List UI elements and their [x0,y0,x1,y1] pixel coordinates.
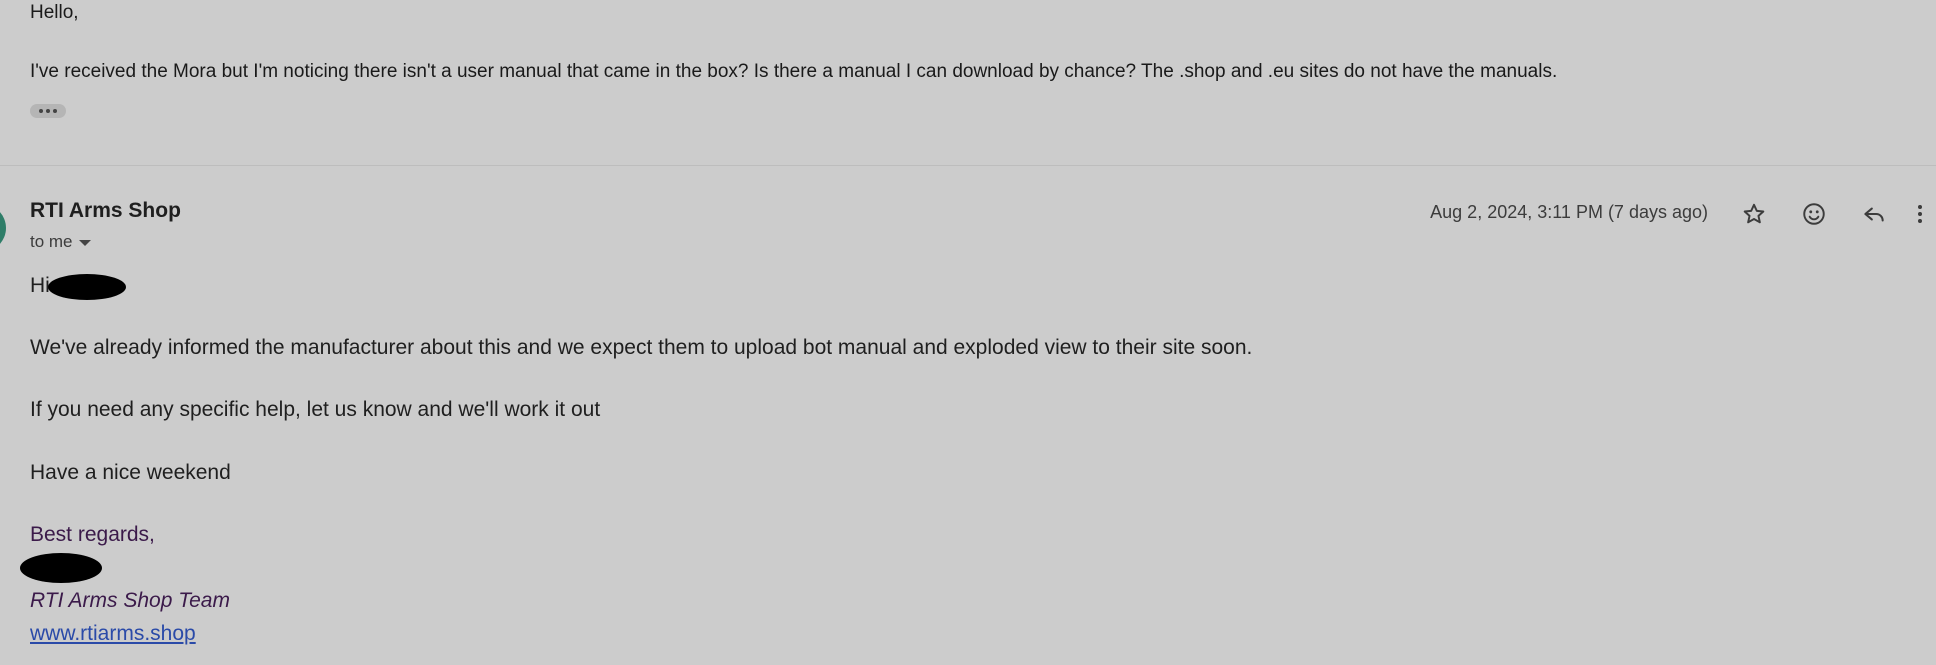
message-paragraph: Have a nice weekend [30,461,231,484]
redacted-signature-name [20,553,102,583]
recipient-label: to me [30,232,73,251]
message-date: Aug 2, 2024, 3:11 PM (7 days ago) [1430,202,1708,222]
message-greeting: Hi [30,274,50,297]
star-icon [1743,203,1765,224]
quoted-greeting: Hello, [30,2,79,23]
chevron-down-icon [78,240,91,246]
redacted-name [48,274,126,300]
signature-team: RTI Arms Shop Team [30,589,230,612]
avatar[interactable] [0,204,6,252]
reply-button[interactable] [1856,196,1892,232]
reply-icon [1864,207,1884,222]
emoji-icon [1803,203,1825,225]
quoted-body: I've received the Mora but I'm noticing … [30,61,1558,82]
dot [39,109,43,113]
message-paragraph: If you need any specific help, let us kn… [30,398,601,421]
dot [53,109,57,113]
signature-website-link[interactable]: www.rtiarms.shop [30,622,196,646]
message-paragraph: We've already informed the manufacturer … [30,336,1253,359]
dot [46,109,50,113]
add-reaction-button[interactable] [1796,196,1832,232]
more-options-button[interactable] [1912,196,1936,232]
recipient-details-toggle[interactable]: to me [30,232,91,252]
more-vert-icon [1918,205,1922,223]
message-divider [0,165,1936,166]
show-trimmed-content-button[interactable] [30,104,66,118]
signature-signoff: Best regards, [30,523,155,546]
star-button[interactable] [1736,196,1772,232]
sender-name[interactable]: RTI Arms Shop [30,199,181,223]
